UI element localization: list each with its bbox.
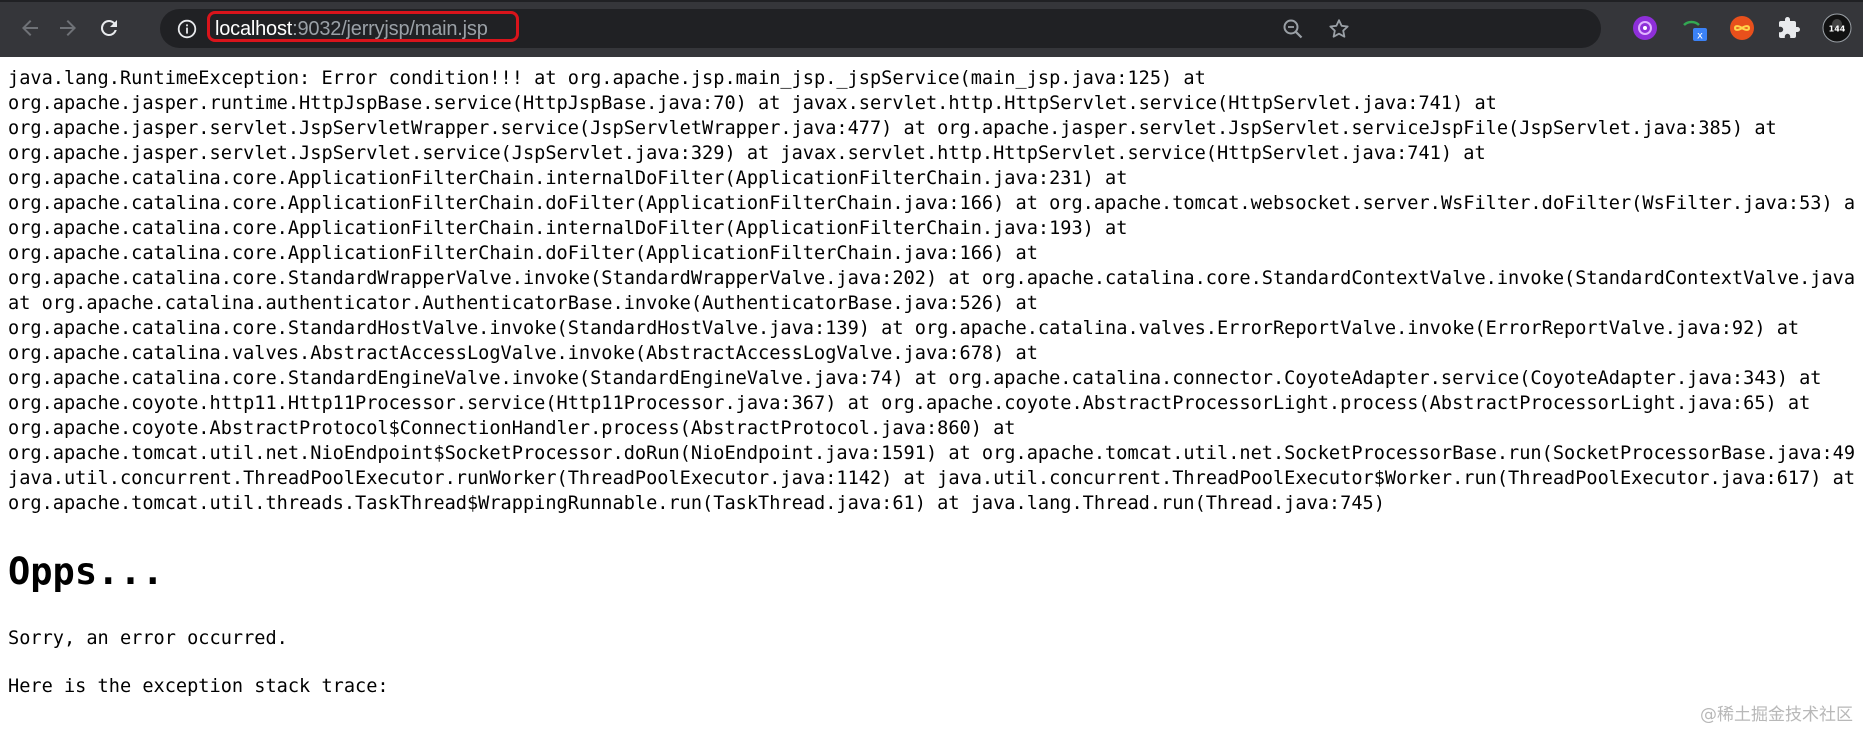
url-host: localhost bbox=[215, 18, 293, 40]
stack-trace-line: org.apache.catalina.core.ApplicationFilt… bbox=[8, 168, 1128, 189]
page-heading: Opps... bbox=[8, 550, 164, 593]
stack-trace-line: org.apache.catalina.core.ApplicationFilt… bbox=[8, 193, 1856, 214]
stack-trace-line: org.apache.tomcat.util.net.NioEndpoint$S… bbox=[8, 443, 1856, 464]
forward-arrow-icon bbox=[60, 20, 76, 36]
profile-badge-text: 144 bbox=[1829, 25, 1846, 34]
extensions-puzzle-icon[interactable] bbox=[1774, 13, 1804, 43]
bookmark-star-icon[interactable] bbox=[1326, 16, 1352, 42]
watermark: @稀土掘金技术社区 bbox=[1700, 705, 1853, 725]
stack-trace: java.lang.RuntimeException: Error condit… bbox=[8, 66, 1863, 516]
stack-trace-line: at org.apache.catalina.authenticator.Aut… bbox=[8, 293, 1038, 314]
stack-trace-line: org.apache.jasper.runtime.HttpJspBase.se… bbox=[8, 93, 1497, 114]
stack-trace-line: org.apache.coyote.http11.Http11Processor… bbox=[8, 393, 1811, 414]
address-bar[interactable]: localhost:9032/jerryjsp/main.jsp bbox=[160, 9, 1601, 48]
reload-button[interactable] bbox=[91, 10, 127, 46]
extension-translate-icon[interactable]: x bbox=[1681, 13, 1711, 43]
forward-button[interactable] bbox=[50, 10, 86, 46]
stack-trace-line: org.apache.tomcat.util.threads.TaskThrea… bbox=[8, 493, 1385, 514]
back-button[interactable] bbox=[12, 10, 48, 46]
stack-trace-line: org.apache.catalina.core.StandardHostVal… bbox=[8, 318, 1800, 339]
stack-trace-line: org.apache.jasper.servlet.JspServletWrap… bbox=[8, 118, 1777, 139]
stack-trace-line: org.apache.jasper.servlet.JspServlet.ser… bbox=[8, 143, 1486, 164]
stack-trace-line: org.apache.catalina.core.ApplicationFilt… bbox=[8, 218, 1128, 239]
stack-trace-line: org.apache.coyote.AbstractProtocol$Conne… bbox=[8, 418, 1016, 439]
extension-badge-text: x bbox=[1697, 31, 1703, 42]
browser-toolbar: localhost:9032/jerryjsp/main.jsp x 144 bbox=[0, 0, 1863, 57]
extension-infinity-icon[interactable] bbox=[1727, 13, 1757, 43]
stack-trace-line: org.apache.catalina.core.StandardEngineV… bbox=[8, 368, 1822, 389]
extension-purple-icon[interactable] bbox=[1630, 13, 1660, 43]
site-info-icon[interactable] bbox=[176, 18, 198, 40]
profile-avatar[interactable]: 144 bbox=[1822, 13, 1852, 43]
trace-intro: Here is the exception stack trace: bbox=[8, 676, 389, 697]
stack-trace-line: org.apache.catalina.valves.AbstractAcces… bbox=[8, 343, 1038, 364]
url-text[interactable]: localhost:9032/jerryjsp/main.jsp bbox=[215, 17, 488, 41]
stack-trace-line: java.lang.RuntimeException: Error condit… bbox=[8, 68, 1206, 89]
reload-icon bbox=[100, 19, 117, 36]
stack-trace-line: org.apache.catalina.core.StandardWrapper… bbox=[8, 268, 1856, 289]
zoom-icon[interactable] bbox=[1280, 16, 1306, 42]
back-arrow-icon bbox=[22, 20, 38, 36]
page-content: java.lang.RuntimeException: Error condit… bbox=[8, 66, 1863, 516]
error-message: Sorry, an error occurred. bbox=[8, 628, 288, 649]
stack-trace-line: org.apache.catalina.core.ApplicationFilt… bbox=[8, 243, 1038, 264]
tab-strip-edge bbox=[0, 0, 1863, 2]
stack-trace-line: java.util.concurrent.ThreadPoolExecutor.… bbox=[8, 468, 1856, 489]
url-path: :9032/jerryjsp/main.jsp bbox=[292, 18, 488, 40]
